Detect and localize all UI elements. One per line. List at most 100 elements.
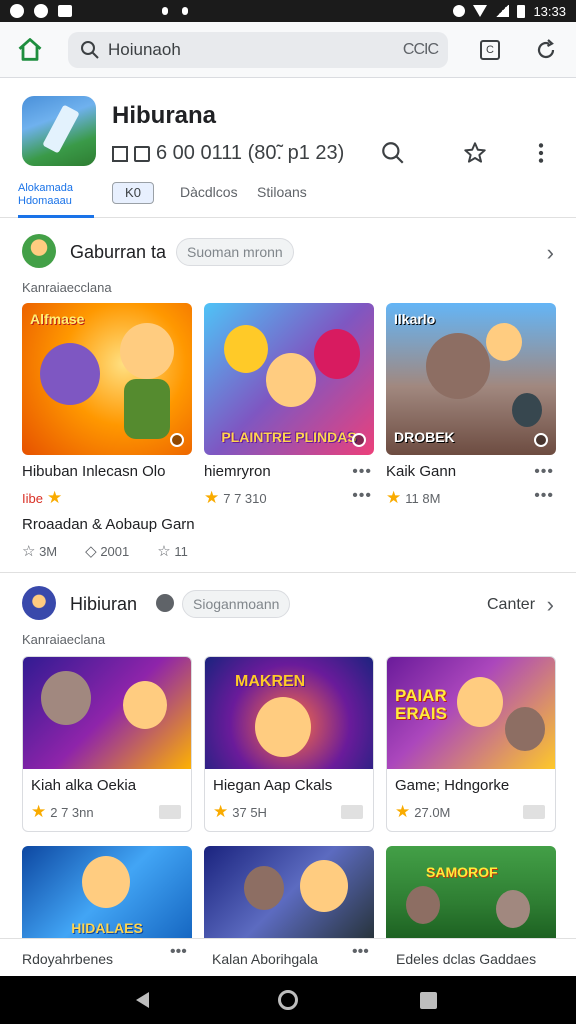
section-avatar	[22, 234, 56, 268]
section-action[interactable]: Canter	[487, 596, 535, 614]
vpn-icon	[453, 5, 466, 17]
more-icon[interactable]: •••	[352, 943, 369, 961]
list-item[interactable]: Kalan Aborihgala	[212, 951, 318, 967]
rating-text: 2 7 3nn	[50, 804, 94, 820]
search-icon	[81, 41, 99, 59]
more-icon[interactable]: •••	[534, 463, 554, 481]
section-subtitle: Kanraiaecclana	[22, 280, 112, 295]
signal-icon	[495, 5, 510, 17]
more-icon[interactable]: •••	[352, 487, 372, 505]
game-card[interactable]: HIDALAES	[22, 846, 192, 942]
game-title: Kiah alka Oekia	[31, 777, 137, 794]
comment-icon: ◇	[85, 543, 97, 560]
more-vert-icon[interactable]	[528, 140, 554, 166]
list-item[interactable]: Rdoyahrbenes	[22, 951, 113, 967]
star-outline-icon[interactable]	[462, 140, 488, 166]
game-thumbnail: Ilkarlo DROBEK	[386, 303, 556, 455]
app-notification-icon	[58, 5, 72, 17]
bottom-labels: Rdoyahrbenes ••• Kalan Aborihgala ••• Ed…	[0, 938, 576, 976]
recents-icon[interactable]	[420, 992, 437, 1009]
stat-comments: ◇ 2001	[85, 543, 130, 560]
chevron-right-icon[interactable]: ›	[547, 592, 554, 618]
app-meta-text: 6 00 0111 (80̃. p1 23)	[156, 142, 345, 164]
sync-icon	[182, 7, 188, 15]
game-title: Game; Hdngorke	[395, 777, 510, 794]
game-card[interactable]	[204, 846, 374, 942]
more-icon[interactable]: •••	[534, 487, 554, 505]
tab-chip[interactable]: K0	[112, 182, 154, 204]
game-thumbnail: Alfmase	[22, 303, 192, 455]
chevron-right-icon[interactable]: ›	[547, 240, 554, 266]
reload-icon[interactable]	[534, 38, 558, 62]
app-header: Hiburana 6 00 0111 (80̃. p1 23) Alokamad…	[0, 78, 576, 218]
game-title: hiemryron	[204, 463, 271, 480]
game-card[interactable]: SAMOROF	[386, 846, 556, 942]
game-title: Hibuban Inlecasn Olo	[22, 463, 166, 480]
game-card[interactable]: Alfmase Hibuban Inlecasn Olo Iibe ★	[22, 303, 192, 508]
search-text: Hoiunaoh	[108, 40, 181, 59]
tab-active-line1: Alokamada	[18, 182, 74, 194]
game-thumbnail	[23, 657, 191, 769]
extra-stats: ☆ 3M ◇ 2001 ☆ 11	[22, 542, 188, 560]
list-item[interactable]: Edeles dclas Gaddaes	[396, 951, 536, 967]
overflow-icon[interactable]	[523, 805, 545, 819]
game-card[interactable]: Kiah alka Oekia ★ 2 7 3nn	[22, 656, 192, 832]
star-icon: ★	[395, 802, 411, 821]
star-icon: ★	[386, 488, 402, 507]
game-title: Kaik Gann	[386, 463, 457, 480]
stat-downloads: ☆ 3M	[22, 543, 58, 560]
notification-icon	[10, 4, 24, 18]
game-title: Hiegan Aap Ckals	[213, 777, 333, 794]
star-icon: ★	[204, 488, 220, 507]
thumb-label: Ilkarlo	[394, 311, 436, 327]
section-2: Hibiuran Sioganmoann Canter › Kanraiaecl…	[0, 574, 576, 844]
game-rating: ★ 7 7 310	[204, 488, 374, 508]
wifi-icon	[473, 5, 488, 17]
battery-icon	[517, 4, 526, 18]
home-icon[interactable]	[16, 36, 44, 64]
overflow-icon[interactable]	[341, 805, 363, 819]
section-chip[interactable]: Sioganmoann	[182, 590, 291, 618]
status-bar: 13:33	[0, 0, 576, 22]
tab-active[interactable]: Alokamada Hdomaaau	[18, 178, 94, 218]
game-card[interactable]: PLAINTRE PLINDAS hiemryron ★ 7 7 310 •••…	[204, 303, 374, 508]
game-thumbnail	[204, 846, 374, 942]
app-title: Hiburana	[112, 102, 217, 129]
game-thumbnail: SAMOROF	[386, 846, 556, 942]
thumb-label: MAKREN	[235, 673, 306, 690]
thumb-label: SAMOROF	[426, 864, 498, 880]
app-subtabs: Alokamada Hdomaaau K0 Dàcdlcos Stiloans	[0, 174, 576, 218]
extra-title: Rroaadan & Aobaup Garn	[22, 516, 195, 533]
section-avatar	[22, 586, 56, 620]
star-icon: ★	[31, 802, 47, 821]
game-thumbnail: MAKREN	[205, 657, 373, 769]
game-thumbnail: PLAINTRE PLINDAS	[204, 303, 374, 455]
tab-3[interactable]: Stiloans	[257, 184, 307, 200]
search-icon[interactable]	[380, 140, 406, 166]
rating-text: 7 7 310	[223, 490, 267, 506]
section-title: Hibiuran	[70, 594, 138, 614]
tabs-icon[interactable]: C	[480, 40, 500, 60]
home-circle-icon[interactable]	[278, 990, 298, 1010]
game-rating: Iibe ★	[22, 488, 192, 508]
search-bar[interactable]: Hoiunaoh CCIC	[68, 32, 448, 68]
game-card[interactable]: Ilkarlo DROBEK Kaik Gann ★ 11 8M ••• •••	[386, 303, 556, 508]
section-chip[interactable]: Suoman mronn	[176, 238, 294, 266]
stat-shares: ☆ 11	[157, 543, 188, 560]
tab-2[interactable]: Dàcdlcos	[180, 184, 238, 200]
game-card[interactable]: MAKREN Hiegan Aap Ckals ★ 37 5H	[204, 656, 374, 832]
more-icon[interactable]: •••	[352, 463, 372, 481]
tab-active-line2: Hdomaaau	[18, 195, 72, 207]
back-icon[interactable]	[136, 992, 149, 1008]
game-rating: ★ 11 8M	[386, 488, 556, 508]
app-meta: 6 00 0111 (80̃. p1 23)	[112, 142, 344, 165]
more-icon[interactable]: •••	[170, 943, 187, 961]
game-card[interactable]: PAIAR ERAIS Game; Hdngorke ★ 27.0M	[386, 656, 556, 832]
badge-icon	[352, 433, 366, 447]
overflow-icon[interactable]	[159, 805, 181, 819]
star-icon: ★	[213, 802, 229, 821]
rating-text: 27.0M	[414, 804, 451, 820]
section-subtitle: Kanraiaeclana	[22, 632, 106, 647]
badge-icon	[170, 433, 184, 447]
rating-text: 11 8M	[405, 490, 441, 506]
